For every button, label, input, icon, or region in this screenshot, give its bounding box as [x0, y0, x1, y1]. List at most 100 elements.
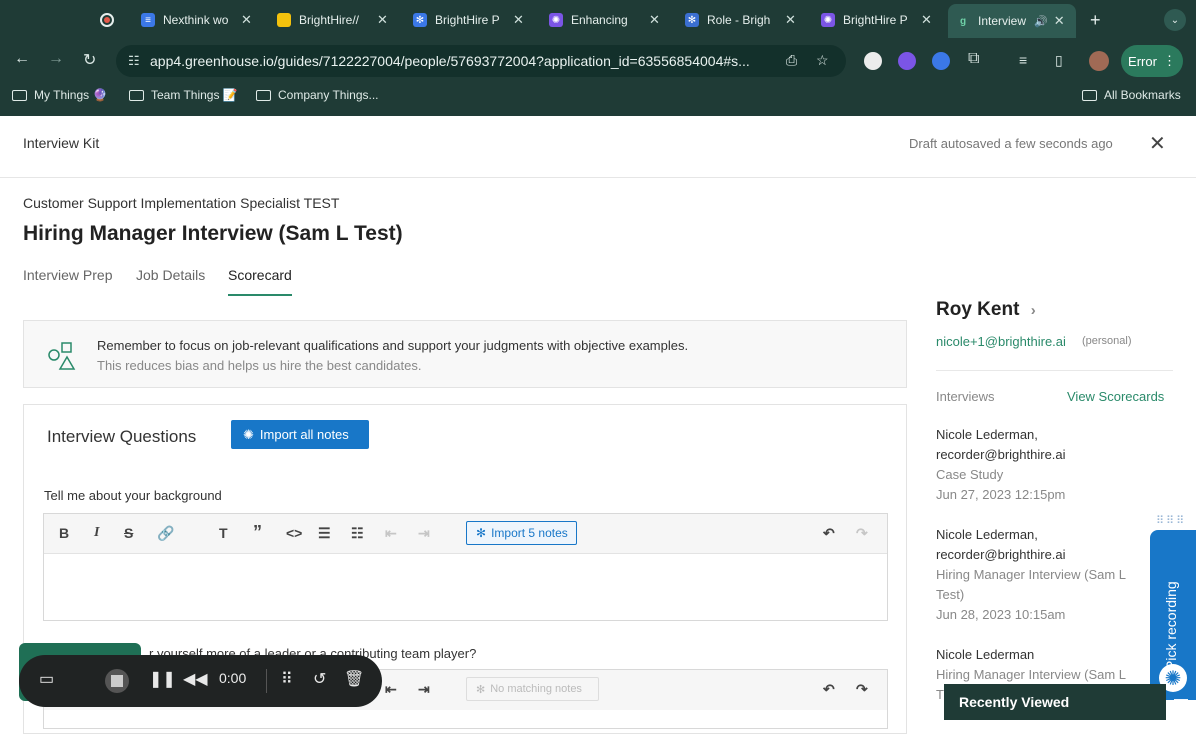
- bookmark-team-things[interactable]: Team Things 📝: [129, 88, 238, 102]
- interview-date: Jun 27, 2023 12:15pm: [936, 487, 1066, 502]
- tab-label: BrightHire//: [299, 13, 360, 27]
- all-bookmarks[interactable]: All Bookmarks: [1082, 88, 1181, 102]
- redo-icon[interactable]: ↷: [856, 681, 868, 698]
- chevron-down-icon: ⌄: [1170, 14, 1180, 26]
- numbered-list-icon[interactable]: ☷: [351, 525, 364, 542]
- italic-icon[interactable]: I: [94, 525, 99, 541]
- indent-icon[interactable]: ⇥: [418, 525, 430, 542]
- brighthire-icon: ✺: [243, 426, 254, 442]
- avatar[interactable]: [1089, 51, 1109, 71]
- candidate-email[interactable]: nicole+1@brighthire.ai: [936, 334, 1066, 349]
- puzzle-icon[interactable]: ⧉: [968, 50, 979, 68]
- tab-brighthire-slides[interactable]: BrightHire// ✕: [277, 6, 388, 34]
- drag-handle[interactable]: ⠿⠿⠿: [1156, 514, 1186, 527]
- undo-icon[interactable]: ↶: [823, 525, 835, 542]
- outdent-icon[interactable]: ⇤: [385, 681, 397, 698]
- forward-arrow-icon[interactable]: →: [48, 50, 64, 68]
- tab-label: Role - Brigh: [707, 13, 771, 27]
- import-notes-button[interactable]: ✻ Import 5 notes: [466, 521, 577, 545]
- rewind-icon[interactable]: ◀◀: [183, 669, 208, 689]
- plus-icon: +: [1090, 9, 1101, 30]
- import-all-notes-button[interactable]: ✺ Import all notes: [231, 420, 369, 449]
- tab-label: BrightHire P: [435, 13, 500, 27]
- tab-interview-active[interactable]: g Interview 🔊 ✕: [948, 4, 1076, 38]
- install-icon[interactable]: ⎙: [786, 52, 797, 69]
- bookmark-my-things[interactable]: My Things 🔮: [12, 88, 107, 102]
- tab-interview-prep[interactable]: Interview Prep: [23, 267, 112, 283]
- close-tab-icon[interactable]: ✕: [649, 12, 660, 28]
- restart-icon[interactable]: ↺: [313, 669, 326, 689]
- tab-brighthire-p1[interactable]: ✻ BrightHire P ✕: [413, 6, 524, 34]
- reload-icon[interactable]: ↻: [83, 50, 96, 70]
- outdent-icon[interactable]: ⇤: [385, 525, 397, 542]
- divider: [266, 669, 267, 693]
- bias-reminder: Remember to focus on job-relevant qualif…: [23, 320, 907, 388]
- pause-icon[interactable]: ❚❚: [149, 669, 176, 689]
- bookmark-label: Company Things...: [278, 88, 379, 102]
- extension-icon[interactable]: [864, 52, 882, 70]
- close-tab-icon[interactable]: ✕: [921, 12, 932, 28]
- close-tab-icon[interactable]: ✕: [241, 12, 252, 28]
- questions-heading: Interview Questions: [47, 427, 197, 446]
- tab-search-button[interactable]: ⌄: [1164, 9, 1186, 31]
- tab-nexthink[interactable]: ≡ Nexthink wo ✕: [141, 6, 252, 34]
- recently-viewed-label: Recently Viewed: [959, 694, 1070, 710]
- tab-role[interactable]: ✻ Role - Brigh ✕: [685, 6, 796, 34]
- tab-scorecard[interactable]: Scorecard: [228, 267, 292, 296]
- quote-icon[interactable]: ”: [253, 522, 262, 543]
- pick-recording-panel[interactable]: Pick recording ✺: [1150, 530, 1196, 700]
- brighthire-extension-icon[interactable]: [898, 52, 916, 70]
- back-arrow-icon[interactable]: ←: [14, 50, 30, 68]
- bold-icon[interactable]: B: [59, 525, 69, 541]
- candidate-name[interactable]: Roy Kent ›: [936, 299, 1036, 321]
- import-all-label: Import all notes: [259, 427, 349, 442]
- interview-entry[interactable]: Nicole Lederman, recorder@brighthire.ai …: [936, 525, 1146, 625]
- close-tab-icon[interactable]: ✕: [785, 12, 796, 28]
- interviewer-name: Nicole Lederman,: [936, 527, 1038, 542]
- folder-icon: [1082, 89, 1097, 101]
- page-title: Hiring Manager Interview (Sam L Test): [23, 222, 403, 245]
- redo-icon[interactable]: ↷: [856, 525, 868, 542]
- interview-entry[interactable]: Nicole Lederman, recorder@brighthire.ai …: [936, 425, 1146, 505]
- tab-job-details[interactable]: Job Details: [136, 267, 205, 283]
- address-bar[interactable]: ☷ app4.greenhouse.io/guides/7122227004/p…: [116, 45, 846, 77]
- error-button[interactable]: Error ⋮: [1121, 45, 1183, 77]
- code-icon[interactable]: <>: [286, 525, 302, 541]
- site-settings-icon[interactable]: ☷: [128, 53, 140, 69]
- tab-brighthire-p2[interactable]: ✺ BrightHire P ✕: [821, 6, 932, 34]
- view-scorecards-link[interactable]: View Scorecards: [1067, 389, 1164, 404]
- folder-icon: [12, 89, 27, 101]
- speaker-icon[interactable]: 🔊: [1034, 15, 1048, 28]
- heading-icon[interactable]: T: [219, 525, 228, 541]
- pick-recording-label: Pick recording: [1163, 581, 1179, 670]
- toolbar: ← → ↻ ☷ app4.greenhouse.io/guides/712222…: [0, 40, 1196, 82]
- strikethrough-icon[interactable]: S: [124, 525, 133, 541]
- close-tab-icon[interactable]: ✕: [377, 12, 388, 28]
- indent-icon[interactable]: ⇥: [418, 681, 430, 698]
- gear-extension-icon[interactable]: [932, 52, 950, 70]
- stop-button[interactable]: [105, 669, 129, 693]
- minimize-icon[interactable]: —: [1174, 690, 1188, 706]
- close-tab-icon[interactable]: ✕: [513, 12, 524, 28]
- bookmark-company-things[interactable]: Company Things...: [256, 88, 379, 102]
- tab-label: Interview: [978, 14, 1027, 28]
- recently-viewed-bar[interactable]: Recently Viewed —: [944, 684, 1188, 720]
- trash-icon[interactable]: 🗑: [344, 669, 364, 689]
- tab-label: BrightHire P: [843, 13, 908, 27]
- interview-kit-page: Interview Kit Draft autosaved a few seco…: [0, 116, 1196, 734]
- tab-recorder[interactable]: [100, 6, 122, 34]
- link-icon[interactable]: 🔗: [157, 525, 174, 542]
- undo-icon[interactable]: ↶: [823, 681, 835, 698]
- answer-editor-1: B I S 🔗 T ” <> ☰ ☷ ⇤ ⇥ ✻ Import 5 notes …: [43, 513, 888, 621]
- media-control-icon[interactable]: ≡: [1019, 52, 1027, 68]
- browser-chrome: ≡ Nexthink wo ✕ BrightHire// ✕ ✻ BrightH…: [0, 0, 1196, 116]
- bullet-list-icon[interactable]: ☰: [318, 525, 331, 542]
- camera-icon[interactable]: ▭: [39, 669, 54, 689]
- star-icon[interactable]: ☆: [816, 52, 829, 69]
- new-tab-button[interactable]: +: [1090, 6, 1101, 34]
- tab-label: Enhancing: [571, 13, 628, 27]
- side-panel-icon[interactable]: ▯: [1055, 52, 1063, 69]
- grid-icon[interactable]: ⠿: [281, 669, 293, 689]
- close-tab-icon[interactable]: ✕: [1054, 13, 1065, 29]
- tab-enhancing[interactable]: ✺ Enhancing ✕: [549, 6, 660, 34]
